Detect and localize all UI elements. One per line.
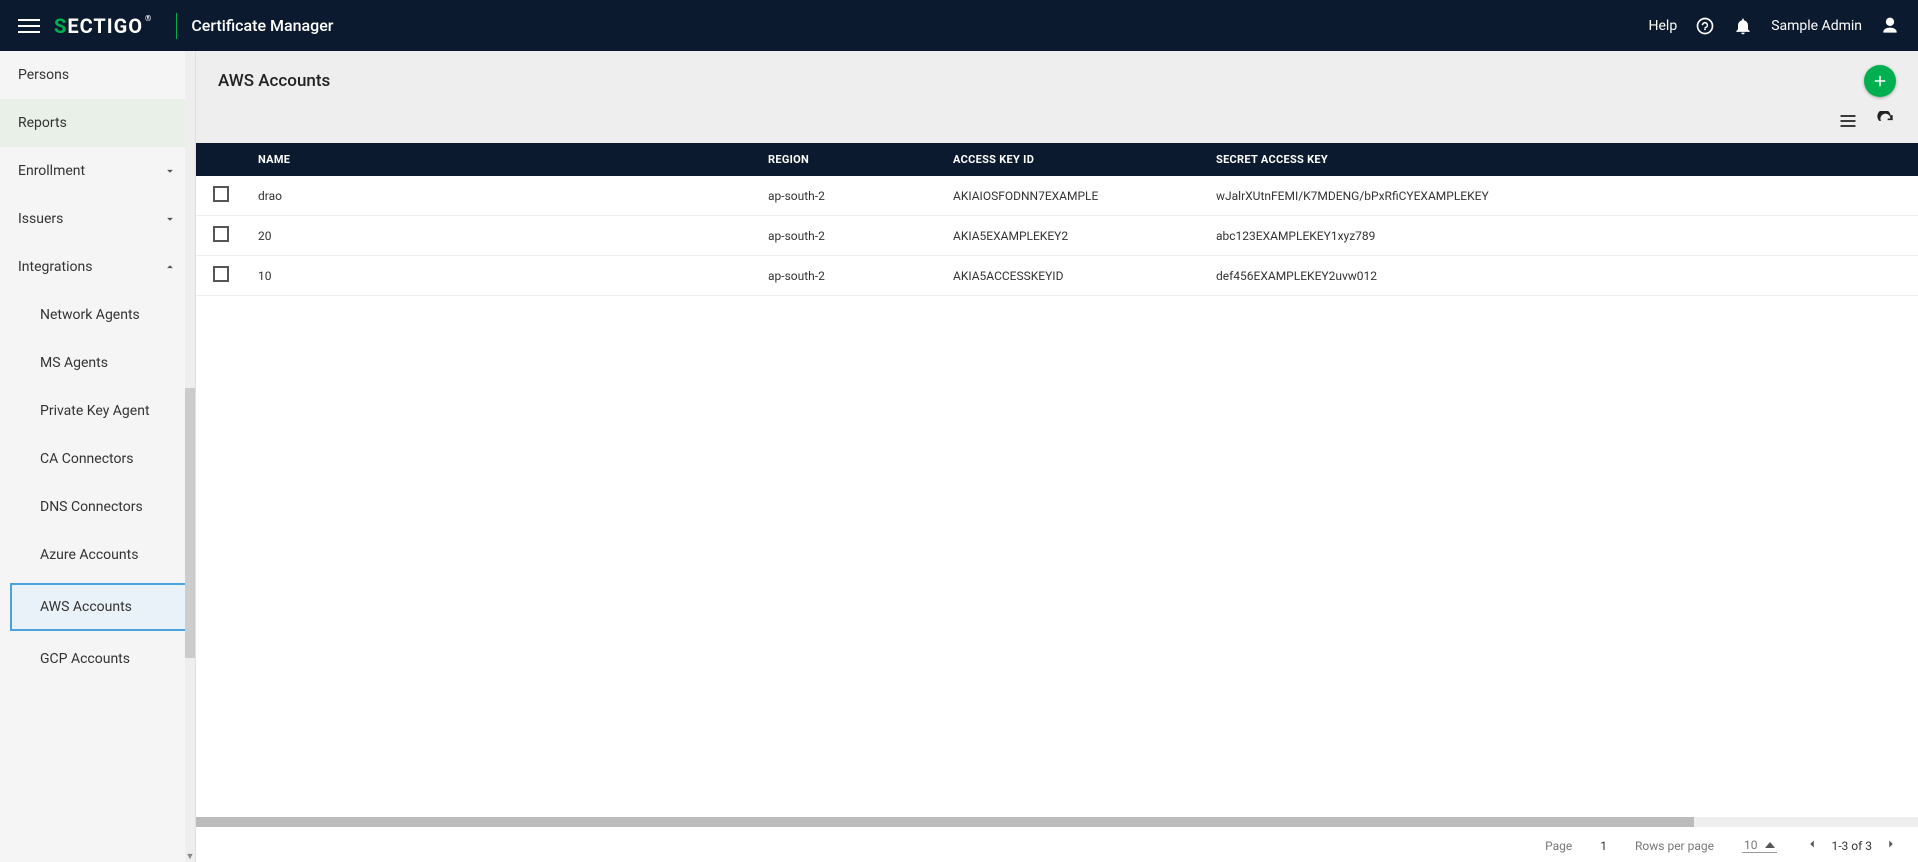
help-icon[interactable]: [1695, 16, 1715, 36]
column-header-region[interactable]: REGION: [756, 143, 941, 176]
sidebar-item-label: Persons: [18, 67, 69, 83]
sidebar-subitem-ms-agents[interactable]: MS Agents: [0, 339, 195, 387]
sidebar: ▲ Persons Reports Enrollment Issuers Int…: [0, 51, 196, 862]
cell-secret: abc123EXAMPLEKEY1xyz789: [1204, 216, 1918, 256]
column-header-checkbox: [196, 143, 246, 176]
hamburger-menu-icon[interactable]: [18, 15, 40, 37]
brand-registered: ®: [145, 14, 152, 23]
sidebar-item-issuers[interactable]: Issuers: [0, 195, 195, 243]
add-button[interactable]: [1864, 65, 1896, 97]
plus-icon: [1871, 72, 1889, 90]
cell-access-key-id: AKIA5ACCESSKEYID: [941, 256, 1204, 296]
sidebar-item-reports[interactable]: Reports: [0, 99, 195, 147]
column-header-name[interactable]: NAME: [246, 143, 756, 176]
sidebar-subitem-private-key-agent[interactable]: Private Key Agent: [0, 387, 195, 435]
page-title: AWS Accounts: [218, 71, 330, 91]
brand-logo[interactable]: SECTIGO®: [54, 14, 152, 38]
table-row[interactable]: 20 ap-south-2 AKIA5EXAMPLEKEY2 abc123EXA…: [196, 216, 1918, 256]
toolbar: [196, 111, 1918, 143]
cell-region: ap-south-2: [756, 256, 941, 296]
sidebar-subitem-dns-connectors[interactable]: DNS Connectors: [0, 483, 195, 531]
column-header-access-key-id[interactable]: ACCESS KEY ID: [941, 143, 1204, 176]
accounts-table: NAME REGION ACCESS KEY ID SECRET ACCESS …: [196, 143, 1918, 296]
help-link[interactable]: Help: [1649, 18, 1678, 34]
top-header: SECTIGO® Certificate Manager Help Sample…: [0, 0, 1918, 51]
cell-access-key-id: AKIA5EXAMPLEKEY2: [941, 216, 1204, 256]
sidebar-item-integrations[interactable]: Integrations: [0, 243, 195, 291]
notifications-icon[interactable]: [1733, 16, 1753, 36]
pagination: Page 1 Rows per page 10 1-3 of 3: [196, 829, 1918, 862]
chevron-down-icon: [163, 164, 177, 178]
horizontal-scrollbar-thumb[interactable]: [196, 817, 1694, 827]
page-label: Page: [1545, 839, 1572, 853]
chevron-down-icon: [163, 212, 177, 226]
row-checkbox[interactable]: [213, 186, 229, 202]
sidebar-item-persons[interactable]: Persons: [0, 51, 195, 99]
cell-secret: def456EXAMPLEKEY2uvw012: [1204, 256, 1918, 296]
row-checkbox[interactable]: [213, 266, 229, 282]
prev-page-button[interactable]: [1805, 837, 1819, 854]
sidebar-subitem-azure-accounts[interactable]: Azure Accounts: [0, 531, 195, 579]
cell-region: ap-south-2: [756, 216, 941, 256]
dropdown-triangle-icon: [1765, 842, 1775, 848]
cell-access-key-id: AKIAIOSFODNN7EXAMPLE: [941, 176, 1204, 216]
sidebar-item-label: Issuers: [18, 211, 63, 227]
rows-per-page-label: Rows per page: [1635, 839, 1714, 853]
main-content: AWS Accounts NAME REGION ACCESS KEY ID: [196, 51, 1918, 862]
cell-name: drao: [246, 176, 756, 216]
brand-accent-letter: S: [54, 14, 67, 38]
user-name[interactable]: Sample Admin: [1771, 18, 1862, 34]
sidebar-scroll-down-icon[interactable]: ▼: [185, 852, 195, 862]
cell-name: 20: [246, 216, 756, 256]
column-header-secret-access-key[interactable]: SECRET ACCESS KEY: [1204, 143, 1918, 176]
rows-per-page-select[interactable]: 10: [1742, 838, 1778, 853]
refresh-icon[interactable]: [1876, 111, 1896, 131]
page-header: AWS Accounts: [196, 51, 1918, 111]
cell-region: ap-south-2: [756, 176, 941, 216]
sidebar-scrollbar-thumb[interactable]: [185, 388, 195, 658]
sidebar-item-label: Enrollment: [18, 163, 85, 179]
brand-rest: ECTIGO: [67, 14, 143, 38]
cell-secret: wJalrXUtnFEMI/K7MDENG/bPxRfiCYEXAMPLEKEY: [1204, 176, 1918, 216]
user-avatar-icon[interactable]: [1880, 16, 1900, 36]
sidebar-scrollbar-track[interactable]: [185, 51, 195, 862]
row-checkbox[interactable]: [213, 226, 229, 242]
sidebar-subitem-gcp-accounts[interactable]: GCP Accounts: [0, 635, 195, 683]
next-page-button[interactable]: [1884, 837, 1898, 854]
table-row[interactable]: 10 ap-south-2 AKIA5ACCESSKEYID def456EXA…: [196, 256, 1918, 296]
horizontal-scrollbar-track[interactable]: [196, 817, 1918, 827]
sidebar-item-label: Reports: [18, 115, 67, 131]
chevron-up-icon: [163, 260, 177, 274]
sidebar-item-label: Integrations: [18, 259, 92, 275]
sidebar-subitem-network-agents[interactable]: Network Agents: [0, 291, 195, 339]
page-number[interactable]: 1: [1600, 839, 1607, 853]
header-divider: [176, 13, 177, 39]
sidebar-item-enrollment[interactable]: Enrollment: [0, 147, 195, 195]
sidebar-subitem-ca-connectors[interactable]: CA Connectors: [0, 435, 195, 483]
cell-name: 10: [246, 256, 756, 296]
table-row[interactable]: drao ap-south-2 AKIAIOSFODNN7EXAMPLE wJa…: [196, 176, 1918, 216]
sidebar-subitem-aws-accounts[interactable]: AWS Accounts: [10, 583, 187, 631]
rows-per-page-value: 10: [1744, 838, 1758, 852]
table-footer: Page 1 Rows per page 10 1-3 of 3: [196, 817, 1918, 862]
app-title: Certificate Manager: [191, 16, 333, 35]
list-view-icon[interactable]: [1838, 111, 1858, 131]
page-range: 1-3 of 3: [1831, 839, 1872, 853]
